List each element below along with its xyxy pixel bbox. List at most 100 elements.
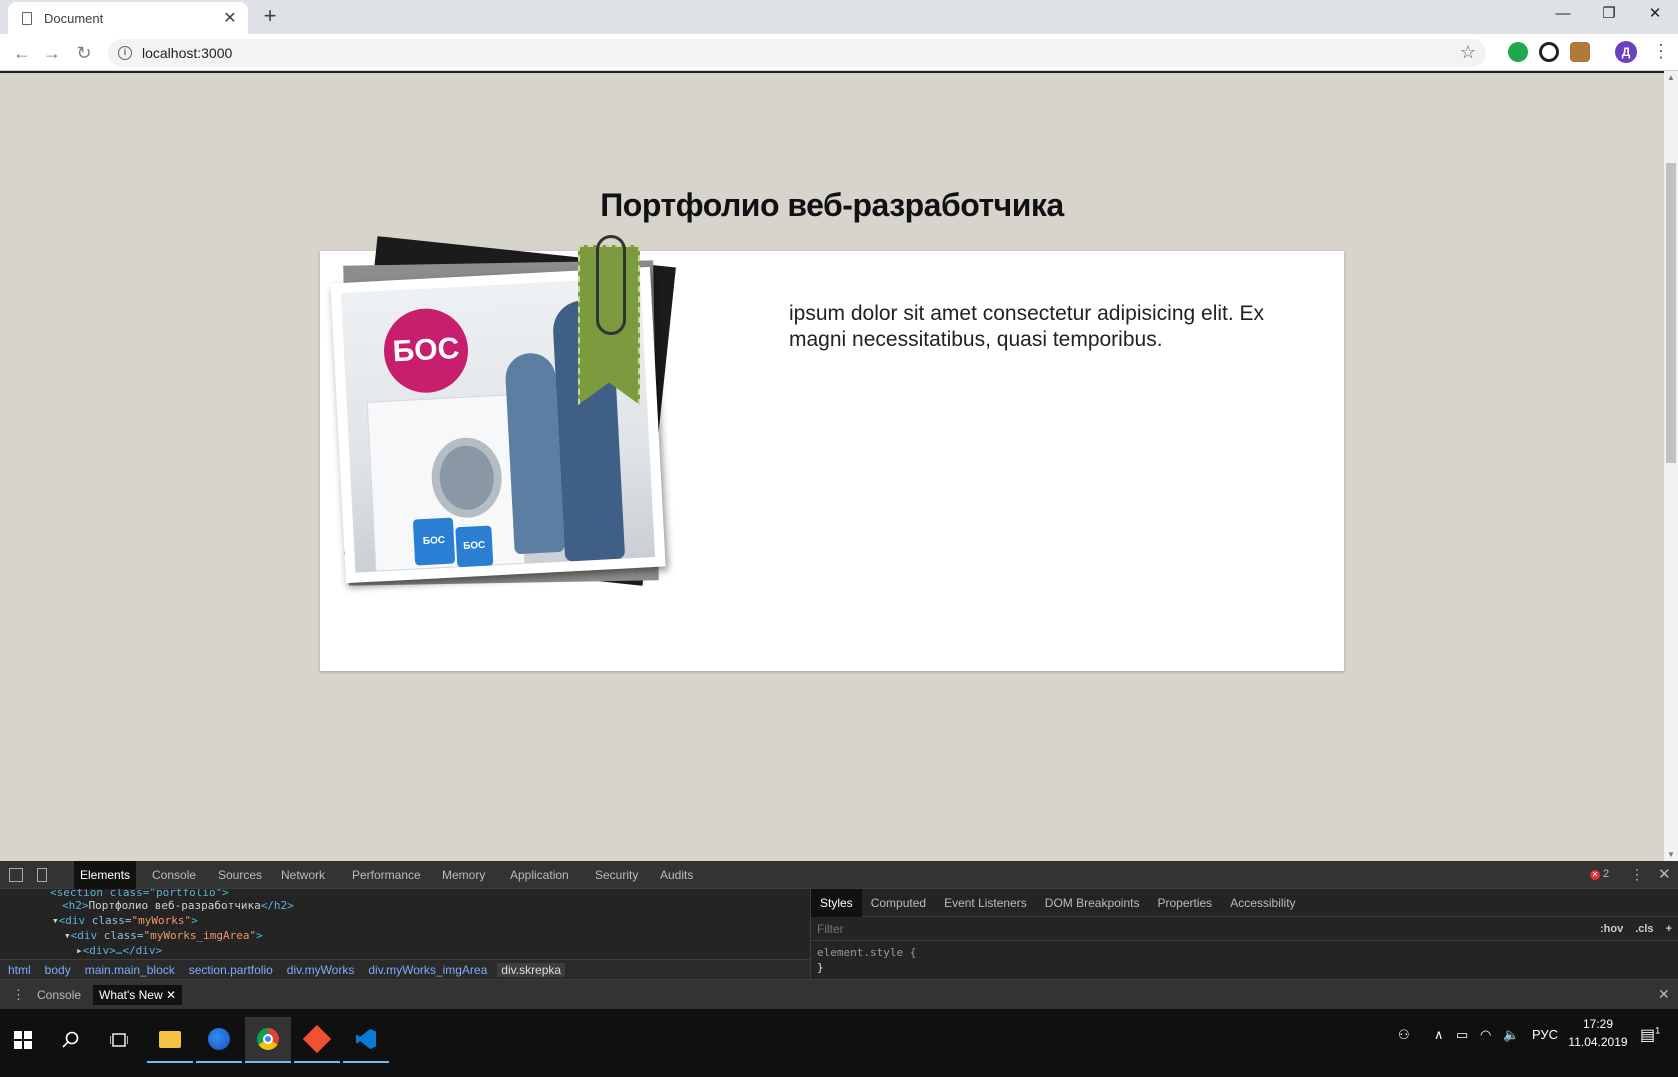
- tab-title: Document: [44, 10, 104, 26]
- scroll-down-icon[interactable]: ▼: [1664, 850, 1678, 859]
- windows-taskbar: ⚇ ∧ ▭ ◠ 🔈 РУС 17:29 11.04.2019 ▤1: [0, 1009, 1678, 1077]
- sourcetree-icon[interactable]: [294, 1017, 340, 1063]
- devtools-tab-network[interactable]: Network: [275, 861, 331, 889]
- tab-computed[interactable]: Computed: [862, 889, 935, 917]
- styles-tab-bar: Styles Computed Event Listeners DOM Brea…: [811, 888, 1678, 917]
- vscode-icon[interactable]: [343, 1017, 389, 1063]
- volume-icon[interactable]: 🔈: [1503, 1027, 1519, 1043]
- info-icon[interactable]: i: [118, 46, 132, 60]
- windows-logo-icon: [14, 1031, 32, 1049]
- drawer-tab-console[interactable]: Console: [31, 985, 87, 1005]
- breadcrumb-imgarea[interactable]: div.myWorks_imgArea: [364, 963, 491, 977]
- tab-event-listeners[interactable]: Event Listeners: [935, 889, 1036, 917]
- styles-filter-input[interactable]: [817, 921, 1594, 936]
- portfolio-image-stack[interactable]: БОС БОС БОС: [330, 235, 690, 595]
- devtools-tab-sources[interactable]: Sources: [212, 861, 268, 889]
- style-rule-close: }: [817, 961, 824, 974]
- forward-icon[interactable]: →: [40, 41, 64, 65]
- clock-date: 11.04.2019: [1568, 1035, 1628, 1049]
- drawer-menu-icon[interactable]: ⋮: [12, 987, 25, 1003]
- add-rule-button[interactable]: +: [1660, 923, 1678, 935]
- styles-filter-row: :hov .cls +: [811, 917, 1678, 941]
- devtools-tab-audits[interactable]: Audits: [654, 861, 699, 889]
- devtools-tab-security[interactable]: Security: [589, 861, 644, 889]
- address-bar[interactable]: i localhost:3000 ☆: [108, 39, 1486, 67]
- restore-button[interactable]: ❐: [1586, 0, 1632, 30]
- devtools-menu-icon[interactable]: ⋮: [1630, 866, 1644, 883]
- url-text: localhost:3000: [142, 45, 233, 61]
- dom-line-section[interactable]: <section class="portfolio">: [50, 889, 229, 899]
- drawer-close-icon[interactable]: ✕: [1658, 986, 1670, 1003]
- notification-count: 1: [1655, 1025, 1661, 1036]
- product-box-1: БОС: [412, 517, 456, 566]
- devtools-panel: Elements Console Sources Network Perform…: [0, 861, 1678, 1009]
- dom-line-myworks[interactable]: ▾<div class="myWorks">: [52, 914, 198, 927]
- drawer-tab-close-icon[interactable]: ✕: [166, 988, 176, 1002]
- device-toolbar-icon[interactable]: [37, 868, 47, 882]
- hov-toggle-button[interactable]: :hov: [1594, 923, 1629, 935]
- browser-toolbar: ← → ↻ i localhost:3000 ☆ Д ⋮: [0, 34, 1678, 71]
- taskbar-clock[interactable]: 17:29 11.04.2019: [1558, 1015, 1638, 1051]
- dom-line-div-collapsed[interactable]: ▸<div>…</div>: [76, 944, 162, 955]
- elements-dom-tree[interactable]: <section class="portfolio"> <h2>Портфоли…: [0, 889, 800, 955]
- element-style-rule[interactable]: element.style { }: [811, 941, 1678, 979]
- breadcrumb-myworks[interactable]: div.myWorks: [283, 963, 359, 977]
- extension-check-icon[interactable]: [1508, 42, 1528, 62]
- start-button[interactable]: [0, 1017, 46, 1063]
- minimize-button[interactable]: —: [1540, 0, 1586, 30]
- error-icon: ✕: [1590, 870, 1600, 880]
- notifications-icon[interactable]: ▤1: [1640, 1025, 1660, 1045]
- cls-toggle-button[interactable]: .cls: [1629, 923, 1659, 935]
- breadcrumb-skrepka[interactable]: div.skrepka: [497, 962, 566, 977]
- devtools-tab-console[interactable]: Console: [146, 861, 202, 889]
- wifi-icon[interactable]: ◠: [1480, 1027, 1491, 1043]
- scroll-up-icon[interactable]: ▲: [1664, 73, 1678, 82]
- devtools-tab-application[interactable]: Application: [504, 861, 575, 889]
- firefox-icon[interactable]: [196, 1017, 242, 1063]
- people-icon[interactable]: ⚇: [1398, 1027, 1410, 1043]
- back-icon[interactable]: ←: [10, 41, 34, 65]
- devtools-tab-memory[interactable]: Memory: [436, 861, 491, 889]
- paperclip-icon: [596, 235, 626, 335]
- extension-avatar-icon[interactable]: [1570, 42, 1590, 62]
- chrome-icon[interactable]: [245, 1017, 291, 1063]
- tab-dom-breakpoints[interactable]: DOM Breakpoints: [1036, 889, 1149, 917]
- devtools-tab-bar: Elements Console Sources Network Perform…: [0, 861, 1678, 889]
- dom-line-h2[interactable]: <h2>Портфолио веб-разработчика</h2>: [62, 899, 294, 912]
- error-counter[interactable]: ✕ 2: [1590, 868, 1609, 880]
- devtools-drawer: ⋮ Console What's New ✕ ✕: [0, 979, 1678, 1009]
- tab-accessibility[interactable]: Accessibility: [1221, 889, 1304, 917]
- tab-close-icon[interactable]: ✕: [222, 8, 238, 28]
- new-tab-button[interactable]: +: [258, 4, 282, 28]
- browser-menu-icon[interactable]: ⋮: [1652, 41, 1670, 62]
- profile-avatar[interactable]: Д: [1615, 41, 1637, 63]
- battery-icon[interactable]: ▭: [1456, 1027, 1468, 1043]
- inspect-element-icon[interactable]: [9, 868, 23, 882]
- close-window-button[interactable]: ✕: [1632, 0, 1678, 30]
- tab-properties[interactable]: Properties: [1148, 889, 1221, 917]
- devtools-tab-performance[interactable]: Performance: [346, 861, 427, 889]
- dom-breadcrumbs: html body main.main_block section.partfo…: [0, 959, 810, 979]
- devtools-close-icon[interactable]: ✕: [1658, 865, 1671, 883]
- product-box-2: БОС: [455, 525, 494, 568]
- tab-styles[interactable]: Styles: [811, 888, 862, 917]
- breadcrumb-main[interactable]: main.main_block: [81, 963, 179, 977]
- search-icon[interactable]: [48, 1017, 94, 1063]
- devtools-tab-elements[interactable]: Elements: [74, 861, 137, 889]
- breadcrumb-section[interactable]: section.partfolio: [185, 963, 277, 977]
- drawer-tab-whats-new[interactable]: What's New ✕: [93, 985, 183, 1005]
- browser-tab[interactable]: Document ✕: [8, 2, 248, 34]
- dom-line-imgarea[interactable]: ▾<div class="myWorks_imgArea">: [64, 929, 263, 942]
- reload-icon[interactable]: ↻: [72, 41, 96, 65]
- bookmark-star-icon[interactable]: ☆: [1460, 42, 1476, 63]
- bos-logo: БОС: [381, 306, 471, 395]
- tray-expand-icon[interactable]: ∧: [1434, 1027, 1444, 1043]
- extension-sync-icon[interactable]: [1539, 42, 1559, 62]
- file-explorer-icon[interactable]: [147, 1017, 193, 1063]
- breadcrumb-html[interactable]: html: [4, 963, 35, 977]
- task-view-icon[interactable]: [96, 1017, 142, 1063]
- page-scrollbar[interactable]: ▲ ▼: [1664, 71, 1678, 861]
- scrollbar-thumb[interactable]: [1666, 163, 1676, 463]
- language-indicator[interactable]: РУС: [1532, 1027, 1558, 1042]
- breadcrumb-body[interactable]: body: [41, 963, 75, 977]
